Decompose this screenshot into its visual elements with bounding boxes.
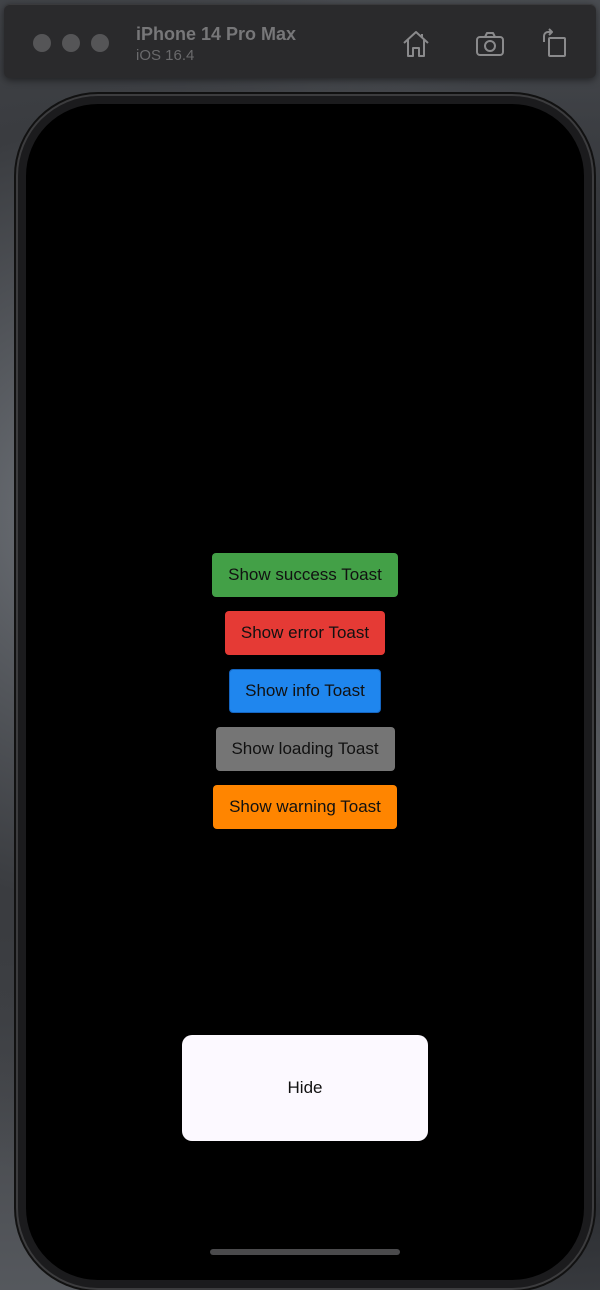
- app-screen: Show success Toast Show error Toast Show…: [26, 104, 584, 1280]
- show-info-toast-button[interactable]: Show info Toast: [229, 669, 381, 713]
- rotate-icon[interactable]: [539, 28, 571, 60]
- screenshot-icon[interactable]: [474, 28, 506, 60]
- device-name: iPhone 14 Pro Max: [136, 24, 297, 44]
- close-window-button[interactable]: [33, 34, 51, 52]
- os-version: iOS 16.4: [136, 47, 195, 64]
- toast-button-stack: Show success Toast Show error Toast Show…: [26, 553, 584, 843]
- home-icon[interactable]: [400, 28, 432, 60]
- show-loading-toast-button[interactable]: Show loading Toast: [215, 727, 395, 771]
- show-success-toast-button[interactable]: Show success Toast: [212, 553, 398, 597]
- home-indicator[interactable]: [210, 1249, 400, 1255]
- minimize-window-button[interactable]: [62, 34, 80, 52]
- simulator-toolbar: iPhone 14 Pro Max iOS 16.4: [4, 4, 596, 78]
- zoom-window-button[interactable]: [91, 34, 109, 52]
- show-warning-toast-button[interactable]: Show warning Toast: [213, 785, 397, 829]
- device-frame: Show success Toast Show error Toast Show…: [18, 96, 592, 1288]
- show-error-toast-button[interactable]: Show error Toast: [225, 611, 385, 655]
- hide-button[interactable]: Hide: [182, 1035, 428, 1141]
